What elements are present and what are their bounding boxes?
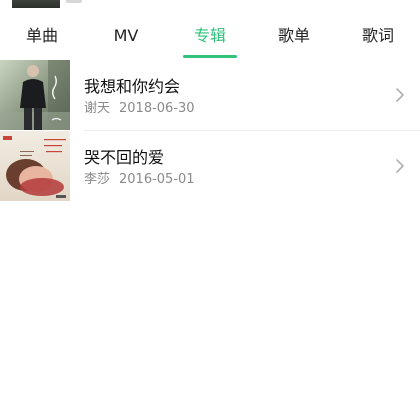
album-title: 哭不回的爱	[84, 148, 165, 167]
tab-mv[interactable]: MV	[84, 14, 168, 60]
album-artist: 李莎	[84, 172, 111, 187]
tab-playlists[interactable]: 歌单	[252, 14, 336, 60]
album-row[interactable]: 我想和你约会 谢天 2018-06-30	[0, 60, 420, 131]
search-result-tabs: 单曲 MV 专辑 歌单 歌词	[0, 14, 420, 60]
chevron-right-icon	[396, 88, 404, 102]
album-cover	[0, 131, 70, 201]
album-artist: 谢天	[84, 101, 111, 116]
tab-songs[interactable]: 单曲	[0, 14, 84, 60]
album-meta: 谢天 2018-06-30	[84, 97, 195, 116]
active-tab-indicator	[183, 55, 237, 58]
chevron-right-icon	[396, 159, 404, 173]
tab-albums[interactable]: 专辑	[168, 14, 252, 60]
album-date: 2018-06-30	[119, 101, 195, 116]
album-row[interactable]: 哭不回的爱 李莎 2016-05-01	[0, 131, 420, 201]
album-date: 2016-05-01	[119, 172, 195, 187]
tab-lyrics[interactable]: 歌词	[336, 14, 420, 60]
previous-result-strip	[0, 0, 420, 9]
album-cover	[0, 60, 70, 130]
album-title: 我想和你约会	[84, 77, 181, 96]
previous-result-thumbnail[interactable]	[12, 0, 60, 8]
album-list: 我想和你约会 谢天 2018-06-30 哭不回的爱 李莎 2016-05-01	[0, 60, 420, 201]
album-meta: 李莎 2016-05-01	[84, 168, 195, 187]
previous-result-name	[66, 0, 82, 3]
